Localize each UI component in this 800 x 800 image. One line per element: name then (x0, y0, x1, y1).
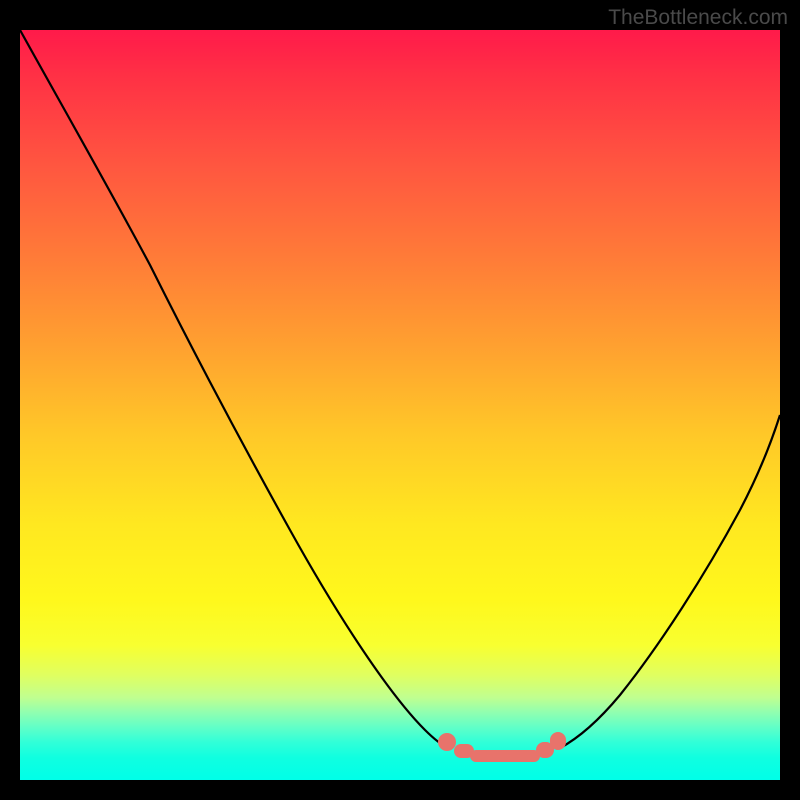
left-curve-path (20, 30, 448, 748)
right-curve-path (560, 415, 780, 748)
valley-marker-5 (550, 732, 566, 750)
curve-overlay (20, 30, 780, 780)
valley-marker-3 (470, 750, 540, 762)
watermark-text: TheBottleneck.com (608, 6, 788, 30)
chart-plot-area (20, 30, 780, 780)
